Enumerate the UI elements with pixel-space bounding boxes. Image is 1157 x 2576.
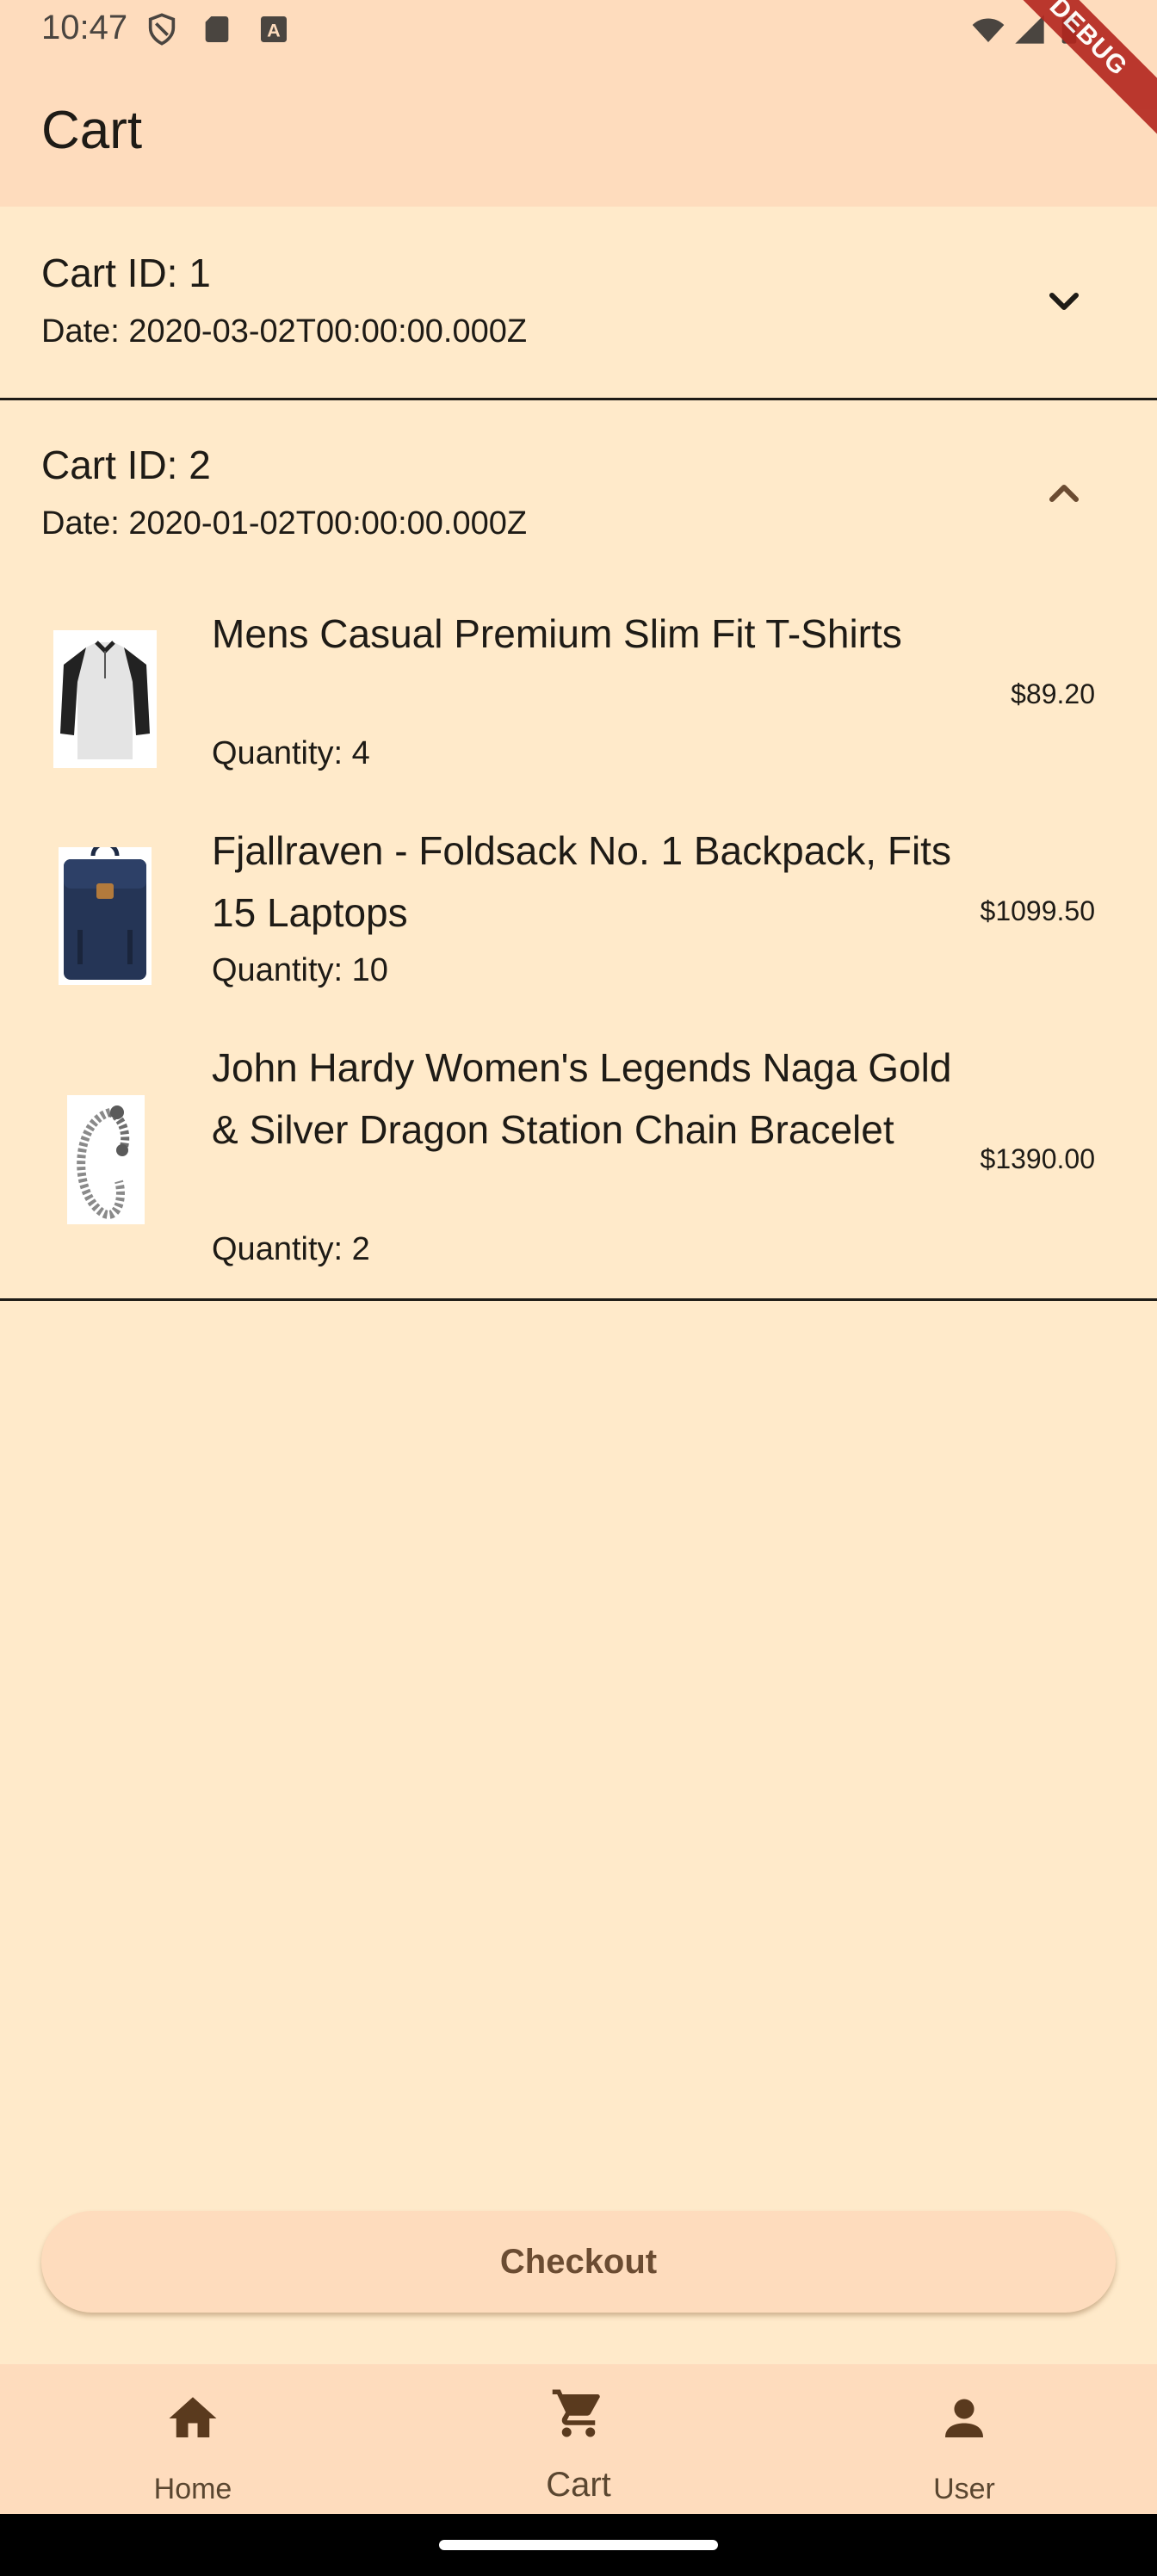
app-bar: Cart: [0, 65, 1157, 207]
status-bar: 10:47 A: [0, 0, 1157, 65]
list-item[interactable]: Mens Casual Premium Slim Fit T-Shirts Qu…: [0, 603, 1157, 792]
status-time: 10:47: [41, 9, 128, 46]
user-icon: [945, 2399, 983, 2437]
cart-panel-header-1[interactable]: Cart ID: 1 Date: 2020-03-02T00:00:00.000…: [0, 207, 1157, 398]
item-price: $1099.50: [980, 895, 1095, 926]
item-quantity: Quantity: 2: [212, 1231, 370, 1267]
item-price: $89.20: [1011, 678, 1095, 709]
item-price: $1390.00: [980, 1143, 1095, 1174]
nav-label: User: [933, 2473, 995, 2505]
nav-item-user[interactable]: User: [771, 2364, 1157, 2514]
tshirt-image: [53, 630, 157, 768]
wifi-icon: [972, 18, 1005, 42]
item-name: Mens Casual Premium Slim Fit T-Shirts: [212, 611, 902, 656]
cart-icon: [552, 2389, 600, 2437]
home-icon: [169, 2397, 217, 2437]
bottom-nav: Home Cart User: [0, 2364, 1157, 2514]
cart-date-label: Date: 2020-01-02T00:00:00.000Z: [41, 505, 528, 542]
chevron-up-icon[interactable]: [1040, 469, 1088, 517]
a-badge-icon: A: [261, 16, 287, 42]
svg-text:A: A: [267, 19, 281, 40]
checkout-button[interactable]: Checkout: [41, 2211, 1116, 2313]
shield-icon: [148, 13, 176, 46]
chevron-down-icon[interactable]: [1040, 277, 1088, 325]
bracelet-image: [67, 1095, 145, 1224]
nav-label: Home: [153, 2473, 232, 2505]
item-name: John Hardy Women's Legends Naga Gold & S…: [212, 1045, 952, 1152]
panel-divider: [0, 1298, 1157, 1301]
nav-item-cart[interactable]: Cart: [386, 2364, 771, 2514]
backpack-image: [59, 841, 152, 985]
item-name: Fjallraven - Foldsack No. 1 Backpack, Fi…: [212, 828, 951, 935]
item-quantity: Quantity: 10: [212, 952, 388, 988]
sd-card-icon: [205, 16, 229, 42]
cart-date-label: Date: 2020-03-02T00:00:00.000Z: [41, 313, 528, 350]
home-gesture-handle[interactable]: [439, 2540, 718, 2550]
list-item[interactable]: John Hardy Women's Legends Naga Gold & S…: [0, 1037, 1157, 1295]
page-title: Cart: [41, 101, 143, 160]
cart-id-label: Cart ID: 1: [41, 251, 211, 295]
nav-label: Cart: [546, 2466, 611, 2504]
item-quantity: Quantity: 4: [212, 735, 370, 771]
list-item[interactable]: Fjallraven - Foldsack No. 1 Backpack, Fi…: [0, 820, 1157, 1009]
cart-panel-header-2[interactable]: Cart ID: 2 Date: 2020-01-02T00:00:00.000…: [0, 400, 1157, 591]
nav-item-home[interactable]: Home: [0, 2364, 386, 2514]
cart-id-label: Cart ID: 2: [41, 443, 211, 487]
